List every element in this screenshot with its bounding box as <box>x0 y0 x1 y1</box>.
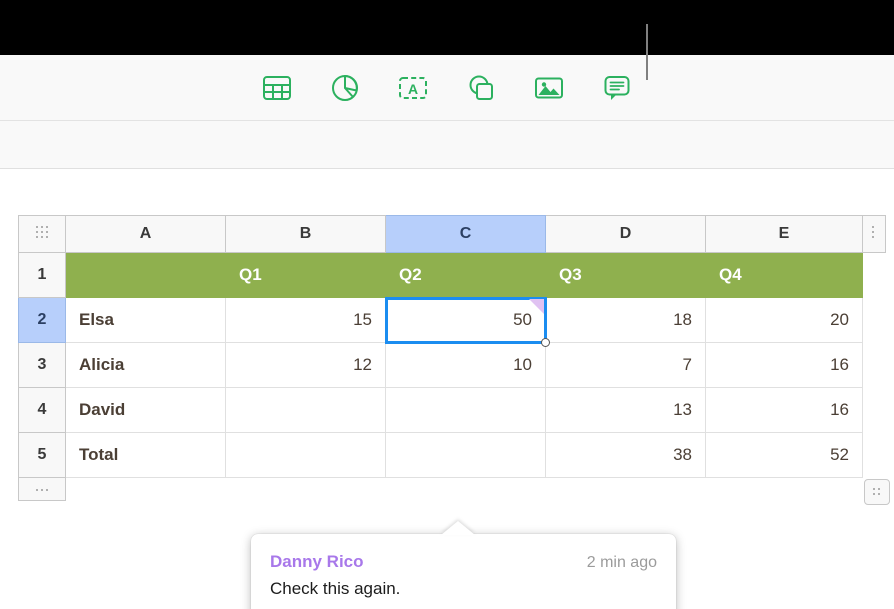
column-header-c[interactable]: C <box>385 215 546 253</box>
svg-text:A: A <box>408 81 418 97</box>
column-header-row: A B C D E <box>18 215 886 253</box>
insert-comment-button[interactable] <box>599 70 635 106</box>
table-row: 4 David 13 16 <box>18 387 886 433</box>
column-header-d[interactable]: D <box>545 215 706 253</box>
row-header-4[interactable]: 4 <box>18 387 66 433</box>
select-all-corner[interactable] <box>18 215 66 253</box>
table-icon <box>262 74 292 102</box>
column-header-b[interactable]: B <box>225 215 386 253</box>
cell-c4[interactable] <box>385 387 546 433</box>
text-box-icon: A <box>398 75 428 101</box>
cell-c5[interactable] <box>385 432 546 478</box>
insert-table-button[interactable] <box>259 70 295 106</box>
spacer <box>863 343 886 388</box>
comment-body: Danny Rico 2 min ago Check this again. <box>251 534 676 609</box>
shape-icon <box>466 73 496 103</box>
table-row: 3 Alicia 12 10 7 16 <box>18 342 886 388</box>
table-row: 5 Total 38 52 <box>18 432 886 478</box>
cell-d1[interactable]: Q3 <box>545 252 706 298</box>
comment-author: Danny Rico <box>270 552 364 571</box>
table-row: 1 Q1 Q2 Q3 Q4 <box>18 252 886 298</box>
comment-header: Danny Rico 2 min ago <box>270 552 657 572</box>
spreadsheet-table: A B C D E 1 Q1 Q2 Q3 Q4 2 Elsa 15 50 18 … <box>18 215 890 505</box>
fill-handle[interactable] <box>541 338 550 347</box>
cell-b2[interactable]: 15 <box>225 297 386 343</box>
grip-dots-icon <box>872 225 876 239</box>
comment-marker-icon[interactable] <box>529 299 544 314</box>
toolbar-icon-group: A <box>0 55 894 121</box>
table-resize-handle[interactable] <box>864 479 890 505</box>
cell-d4[interactable]: 13 <box>545 387 706 433</box>
table-row: 2 Elsa 15 50 18 20 <box>18 296 886 347</box>
cell-a3[interactable]: Alicia <box>65 342 226 388</box>
cell-c3[interactable]: 10 <box>385 342 546 388</box>
spacer <box>863 253 886 298</box>
spacer <box>863 298 886 343</box>
cell-a5[interactable]: Total <box>65 432 226 478</box>
cell-e4[interactable]: 16 <box>705 387 863 433</box>
comment-popup: Danny Rico 2 min ago Check this again. R… <box>251 521 676 609</box>
comment-icon <box>602 73 632 103</box>
row-header-2[interactable]: 2 <box>18 297 66 343</box>
cell-d2[interactable]: 18 <box>545 297 706 343</box>
add-row-strip <box>18 477 886 501</box>
grid: A B C D E 1 Q1 Q2 Q3 Q4 2 Elsa 15 50 18 … <box>18 215 886 501</box>
row-header-3[interactable]: 3 <box>18 342 66 388</box>
cell-a4[interactable]: David <box>65 387 226 433</box>
cell-e2[interactable]: 20 <box>705 297 863 343</box>
spacer <box>863 388 886 433</box>
row-header-5[interactable]: 5 <box>18 432 66 478</box>
grip-dots-icon <box>35 489 49 493</box>
column-header-a[interactable]: A <box>65 215 226 253</box>
add-column-handle[interactable] <box>862 215 886 253</box>
column-header-e[interactable]: E <box>705 215 863 253</box>
format-bar <box>0 121 894 169</box>
cell-b4[interactable] <box>225 387 386 433</box>
cell-e1[interactable]: Q4 <box>705 252 863 298</box>
toolbar: A <box>0 55 894 121</box>
grip-dots-icon <box>872 487 882 497</box>
grip-dots-icon <box>35 225 49 239</box>
row-header-1[interactable]: 1 <box>18 252 66 298</box>
cell-c1[interactable]: Q2 <box>385 252 546 298</box>
cell-b5[interactable] <box>225 432 386 478</box>
insert-shape-button[interactable] <box>463 70 499 106</box>
insert-media-button[interactable] <box>531 70 567 106</box>
comment-timestamp: 2 min ago <box>586 554 657 571</box>
add-row-handle[interactable] <box>18 477 66 501</box>
sheet-canvas: A B C D E 1 Q1 Q2 Q3 Q4 2 Elsa 15 50 18 … <box>0 169 894 609</box>
window-title-bar <box>0 0 894 55</box>
cell-d3[interactable]: 7 <box>545 342 706 388</box>
cell-a2[interactable]: Elsa <box>65 297 226 343</box>
comment-text[interactable]: Check this again. <box>270 578 657 601</box>
comment-popup-pointer <box>441 521 475 535</box>
cell-b3[interactable]: 12 <box>225 342 386 388</box>
media-icon <box>534 75 564 101</box>
cell-e3[interactable]: 16 <box>705 342 863 388</box>
cell-d5[interactable]: 38 <box>545 432 706 478</box>
spacer <box>863 433 886 478</box>
cell-e5[interactable]: 52 <box>705 432 863 478</box>
cell-c2[interactable]: 50 <box>384 296 550 347</box>
spacer <box>66 478 886 501</box>
chart-icon <box>330 73 360 103</box>
callout-leader-line <box>646 24 648 80</box>
insert-text-box-button[interactable]: A <box>395 70 431 106</box>
insert-chart-button[interactable] <box>327 70 363 106</box>
cell-a1[interactable] <box>65 252 226 298</box>
cell-b1[interactable]: Q1 <box>225 252 386 298</box>
app-window: A A B C D E 1 Q1 Q2 Q3 Q4 2 Elsa 15 50 1… <box>0 0 894 609</box>
